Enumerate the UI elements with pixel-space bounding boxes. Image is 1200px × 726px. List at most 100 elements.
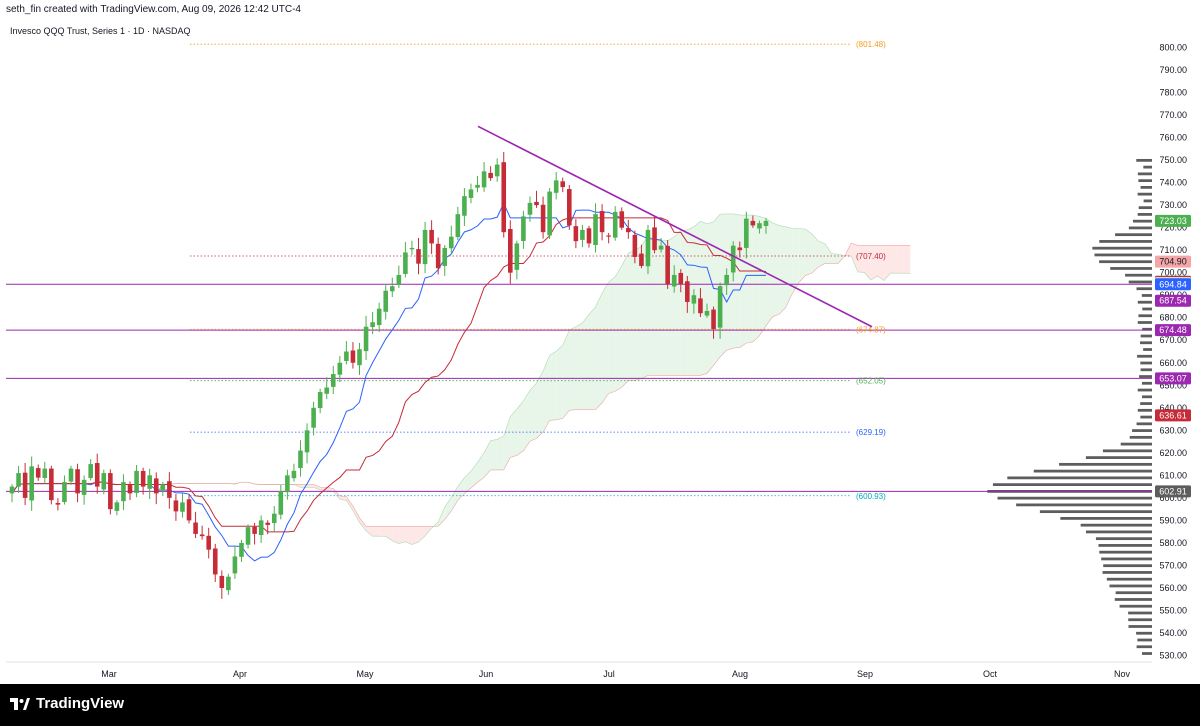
cloud-segment [510, 409, 517, 458]
symbol-legend: Invesco QQQ Trust, Series 1 · 1D · NASDA… [10, 26, 191, 36]
candle-body [468, 189, 474, 198]
candle-body [55, 502, 61, 505]
candle-body [121, 482, 126, 502]
candle [49, 465, 54, 505]
price-tick-label: 780.00 [1159, 88, 1187, 98]
candle-body [534, 201, 539, 206]
cloud-segment [831, 253, 839, 264]
candle-body [239, 542, 244, 557]
volume-profile-bar [1136, 631, 1152, 635]
volume-profile-bar [1033, 469, 1152, 473]
volume-profile-bar [1085, 530, 1152, 534]
candle-body [422, 229, 428, 265]
candle-body [258, 520, 264, 536]
volume-profile-bar [1138, 179, 1152, 183]
cloud-segment [766, 218, 773, 326]
tradingview-logo-icon [10, 697, 30, 710]
candle-body [108, 473, 113, 510]
candle-body [324, 387, 330, 394]
candle [108, 469, 113, 515]
volume-profile-bar [1136, 645, 1152, 649]
cloud-segment [398, 526, 406, 544]
price-tick-label: 730.00 [1159, 200, 1187, 210]
candle-body [206, 535, 211, 550]
volume-profile-bar [1137, 321, 1152, 324]
price-tick-label: 770.00 [1159, 110, 1187, 120]
candle-body [750, 220, 756, 226]
price-tick-label: 610.00 [1159, 470, 1187, 480]
price-tag-label: 704.90 [1159, 257, 1187, 267]
cloud-segment [733, 213, 740, 349]
candle-body [744, 218, 749, 248]
candle-body [252, 526, 257, 534]
time-tick-label: May [356, 669, 374, 679]
price-tag: 653.07 [1155, 372, 1191, 385]
candle-body [409, 247, 415, 250]
volume-profile-bar [1140, 402, 1152, 405]
price-tick-label: 710.00 [1159, 245, 1187, 255]
volume-profile-bar [1137, 388, 1152, 392]
candle [665, 240, 670, 289]
price-tag: 636.61 [1155, 409, 1191, 422]
price-tick-label: 760.00 [1159, 133, 1187, 143]
price-tick-label: 570.00 [1159, 560, 1187, 570]
level-label: (707.40) [856, 252, 886, 261]
candle-body [645, 229, 651, 267]
candle-body [114, 502, 120, 511]
price-tag-label: 674.48 [1159, 325, 1187, 335]
candle-body [593, 214, 598, 245]
candle-body [180, 502, 185, 512]
volume-profile-bar [1128, 618, 1152, 622]
volume-profile-bar [1140, 341, 1152, 345]
credit-text: seth_fin created with TradingView.com, A… [6, 4, 301, 15]
candle [567, 184, 572, 230]
volume-profile-bar [992, 483, 1152, 487]
candle-body [81, 479, 87, 495]
price-tick-label: 580.00 [1159, 538, 1187, 548]
volume-profile-bar [1137, 638, 1152, 642]
candle-body [698, 298, 703, 314]
candle-body [475, 184, 480, 188]
volume-profile-bar [997, 496, 1152, 500]
volume-profile-bar [1137, 213, 1152, 216]
cloud-segment [549, 351, 557, 421]
candle [501, 151, 507, 238]
candle-body [488, 172, 493, 179]
volume-profile-bar [1140, 361, 1152, 365]
cloud-segment [897, 245, 904, 274]
bottom-bar: TradingView [0, 684, 1200, 726]
price-tick-label: 540.00 [1159, 628, 1187, 638]
volume-profile-bar [1039, 510, 1152, 514]
candle-body [573, 226, 579, 242]
candle-body [501, 162, 507, 233]
volume-profile-bar [1102, 571, 1152, 574]
price-tick-label: 750.00 [1159, 155, 1187, 165]
chart-frame[interactable]: (801.48) (707.40) (674.87) (652.05) (629.19)… [0, 20, 1200, 684]
candle-body [219, 575, 225, 588]
cloud-segment [608, 276, 616, 394]
volume-profile-bar [1080, 523, 1152, 527]
candle-body [711, 309, 716, 329]
cloud-segment [556, 345, 563, 420]
time-tick-label: Jun [479, 669, 494, 679]
price-tag: 723.03 [1155, 214, 1191, 227]
candle-body [88, 464, 93, 478]
time-tick-label: Jul [603, 669, 615, 679]
volume-profile-bar [1110, 267, 1152, 270]
volume-profile-bar [1099, 550, 1152, 554]
volume-profile-bar [1141, 294, 1152, 297]
chart-canvas[interactable]: (801.48)(707.40)(674.87)(652.05)(629.19)… [0, 20, 1200, 684]
volume-profile-bar [1102, 449, 1152, 453]
volume-profile-bar [1143, 199, 1152, 203]
volume-profile-bar [1007, 476, 1152, 480]
price-tick-label: 790.00 [1159, 65, 1187, 75]
cloud-segment [595, 293, 603, 410]
cloud-segment [877, 245, 885, 281]
price-tag-label: 687.54 [1159, 296, 1187, 306]
volume-profile-bar [1137, 354, 1152, 358]
candle-body [370, 322, 375, 328]
candle-body [619, 211, 625, 228]
volume-profile-bar [1129, 435, 1152, 439]
volume-profile-bar [1095, 537, 1152, 541]
candle-body [685, 281, 690, 302]
